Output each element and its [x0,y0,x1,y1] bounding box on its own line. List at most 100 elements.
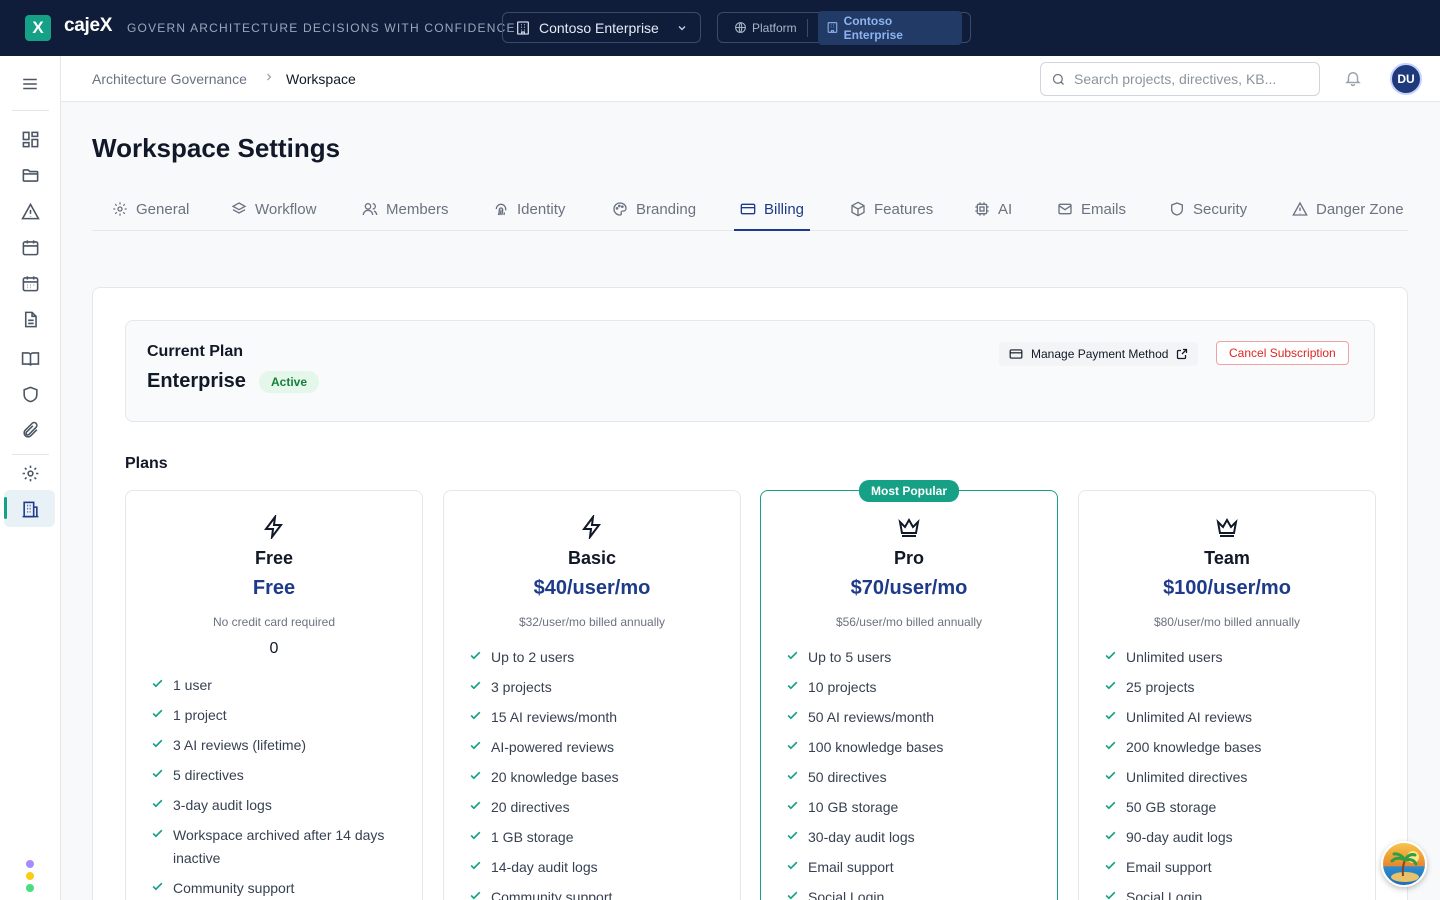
tab-label: Members [386,200,449,218]
status-dots [26,860,34,896]
settings-icon[interactable] [19,462,41,484]
feature-item: 5 directives [151,764,402,787]
tab-label: General [136,200,190,218]
current-plan-name: Enterprise [147,370,246,392]
plan-card-basic[interactable]: Basic $40/user/mo $32/user/mo billed ann… [443,490,741,900]
tab-danger-zone[interactable]: Danger Zone [1292,188,1404,230]
notification-bell-icon[interactable] [1344,69,1362,92]
user-avatar[interactable]: DU [1390,63,1422,95]
tab-billing[interactable]: Billing [733,188,811,231]
check-icon [1104,886,1118,900]
check-icon [151,734,165,757]
check-icon [469,736,483,759]
breadcrumb-parent[interactable]: Architecture Governance [92,71,247,87]
check-icon [151,877,165,900]
sidebar-active-indicator [4,497,7,519]
feature-item: AI-powered reviews [469,736,720,759]
context-switcher: Platform Contoso Enterprise [717,10,971,45]
tab-label: Security [1193,200,1248,218]
alert-triangle-icon[interactable] [19,200,41,222]
tab-ai[interactable]: AI [974,188,1012,230]
building-icon[interactable] [19,498,41,520]
calendar-grid-icon[interactable] [19,272,41,294]
building-icon [827,22,837,33]
tab-workflow[interactable]: Workflow [231,188,316,230]
tab-members[interactable]: Members [362,188,449,230]
check-icon [469,646,483,669]
plan-note: $56/user/mo billed annually [835,615,983,629]
check-icon [469,796,483,819]
feature-item: 1 project [151,704,402,727]
feature-item: Unlimited AI reviews [1104,706,1355,729]
plan-card-team[interactable]: Team $100/user/mo $80/user/mo billed ann… [1078,490,1376,900]
book-icon[interactable] [19,347,41,369]
organization-select-label: Contoso Enterprise [539,19,659,36]
sidebar-divider [12,454,49,455]
feature-list: Up to 5 users 10 projects 50 AI reviews/… [786,646,1037,900]
feature-item: Up to 5 users [786,646,1037,669]
feature-item: 3 AI reviews (lifetime) [151,734,402,757]
check-icon [786,676,800,699]
globe-icon [735,22,746,33]
zap-icon [444,515,740,539]
cancel-subscription-button[interactable]: Cancel Subscription [1216,341,1349,365]
feature-item: 3-day audit logs [151,794,402,817]
tab-label: Workflow [255,200,317,218]
tab-general[interactable]: General [112,188,189,230]
app-logo[interactable]: X [25,15,51,41]
tab-identity[interactable]: Identity [493,188,565,230]
feature-item: 3 projects [469,676,720,699]
check-icon [786,706,800,729]
shield-icon[interactable] [19,383,41,405]
context-organization[interactable]: Contoso Enterprise [817,10,962,45]
search-input[interactable] [1074,71,1294,87]
organization-select[interactable]: Contoso Enterprise [502,12,701,43]
check-icon [786,826,800,849]
check-icon [151,764,165,787]
plans-heading: Plans [125,455,168,472]
status-dot [26,860,34,868]
document-icon[interactable] [19,308,41,330]
context-platform[interactable]: Platform [734,21,797,35]
paperclip-icon[interactable] [19,419,41,441]
plan-extra-value: 0 [269,640,279,657]
tab-emails[interactable]: Emails [1057,188,1126,230]
breadcrumb-current: Workspace [286,71,356,87]
check-icon [1104,856,1118,879]
feature-list: Up to 2 users 3 projects 15 AI reviews/m… [469,646,720,900]
menu-icon[interactable] [19,73,41,95]
tab-security[interactable]: Security [1169,188,1247,230]
check-icon [1104,706,1118,729]
plan-price: Free [252,577,296,599]
dashboard-icon[interactable] [19,128,41,150]
assistant-launcher-button[interactable] [1381,841,1427,887]
tab-features[interactable]: Features [850,188,933,230]
app-brand[interactable]: cajeX [64,15,112,37]
feature-item: 200 knowledge bases [1104,736,1355,759]
page-title: Workspace Settings [92,133,341,163]
check-icon [469,826,483,849]
feature-item: 90-day audit logs [1104,826,1355,849]
manage-payment-button[interactable]: Manage Payment Method [999,342,1199,366]
feature-item: 20 knowledge bases [469,766,720,789]
box-icon [851,201,865,217]
check-icon [786,736,800,759]
feature-item: 20 directives [469,796,720,819]
plan-card-pro[interactable]: Most Popular Pro $70/user/mo $56/user/mo… [760,480,1058,900]
warning-icon [1292,201,1308,216]
folder-icon[interactable] [19,164,41,186]
plan-note: $32/user/mo billed annually [518,615,666,629]
feature-list: Unlimited users 25 projects Unlimited AI… [1104,646,1355,900]
tab-label: Billing [764,200,805,218]
plan-name: Basic [567,548,617,568]
chevron-right-icon [263,71,275,86]
calendar-icon[interactable] [19,236,41,258]
plan-note: $80/user/mo billed annually [1153,615,1301,629]
tab-branding[interactable]: Branding [612,188,696,230]
feature-item: 25 projects [1104,676,1355,699]
credit-card-icon [740,203,756,215]
plan-card-free[interactable]: Free Free No credit card required 0 1 us… [125,490,423,900]
crown-icon [1079,515,1375,539]
check-icon [786,646,800,669]
feature-item: 1 GB storage [469,826,720,849]
